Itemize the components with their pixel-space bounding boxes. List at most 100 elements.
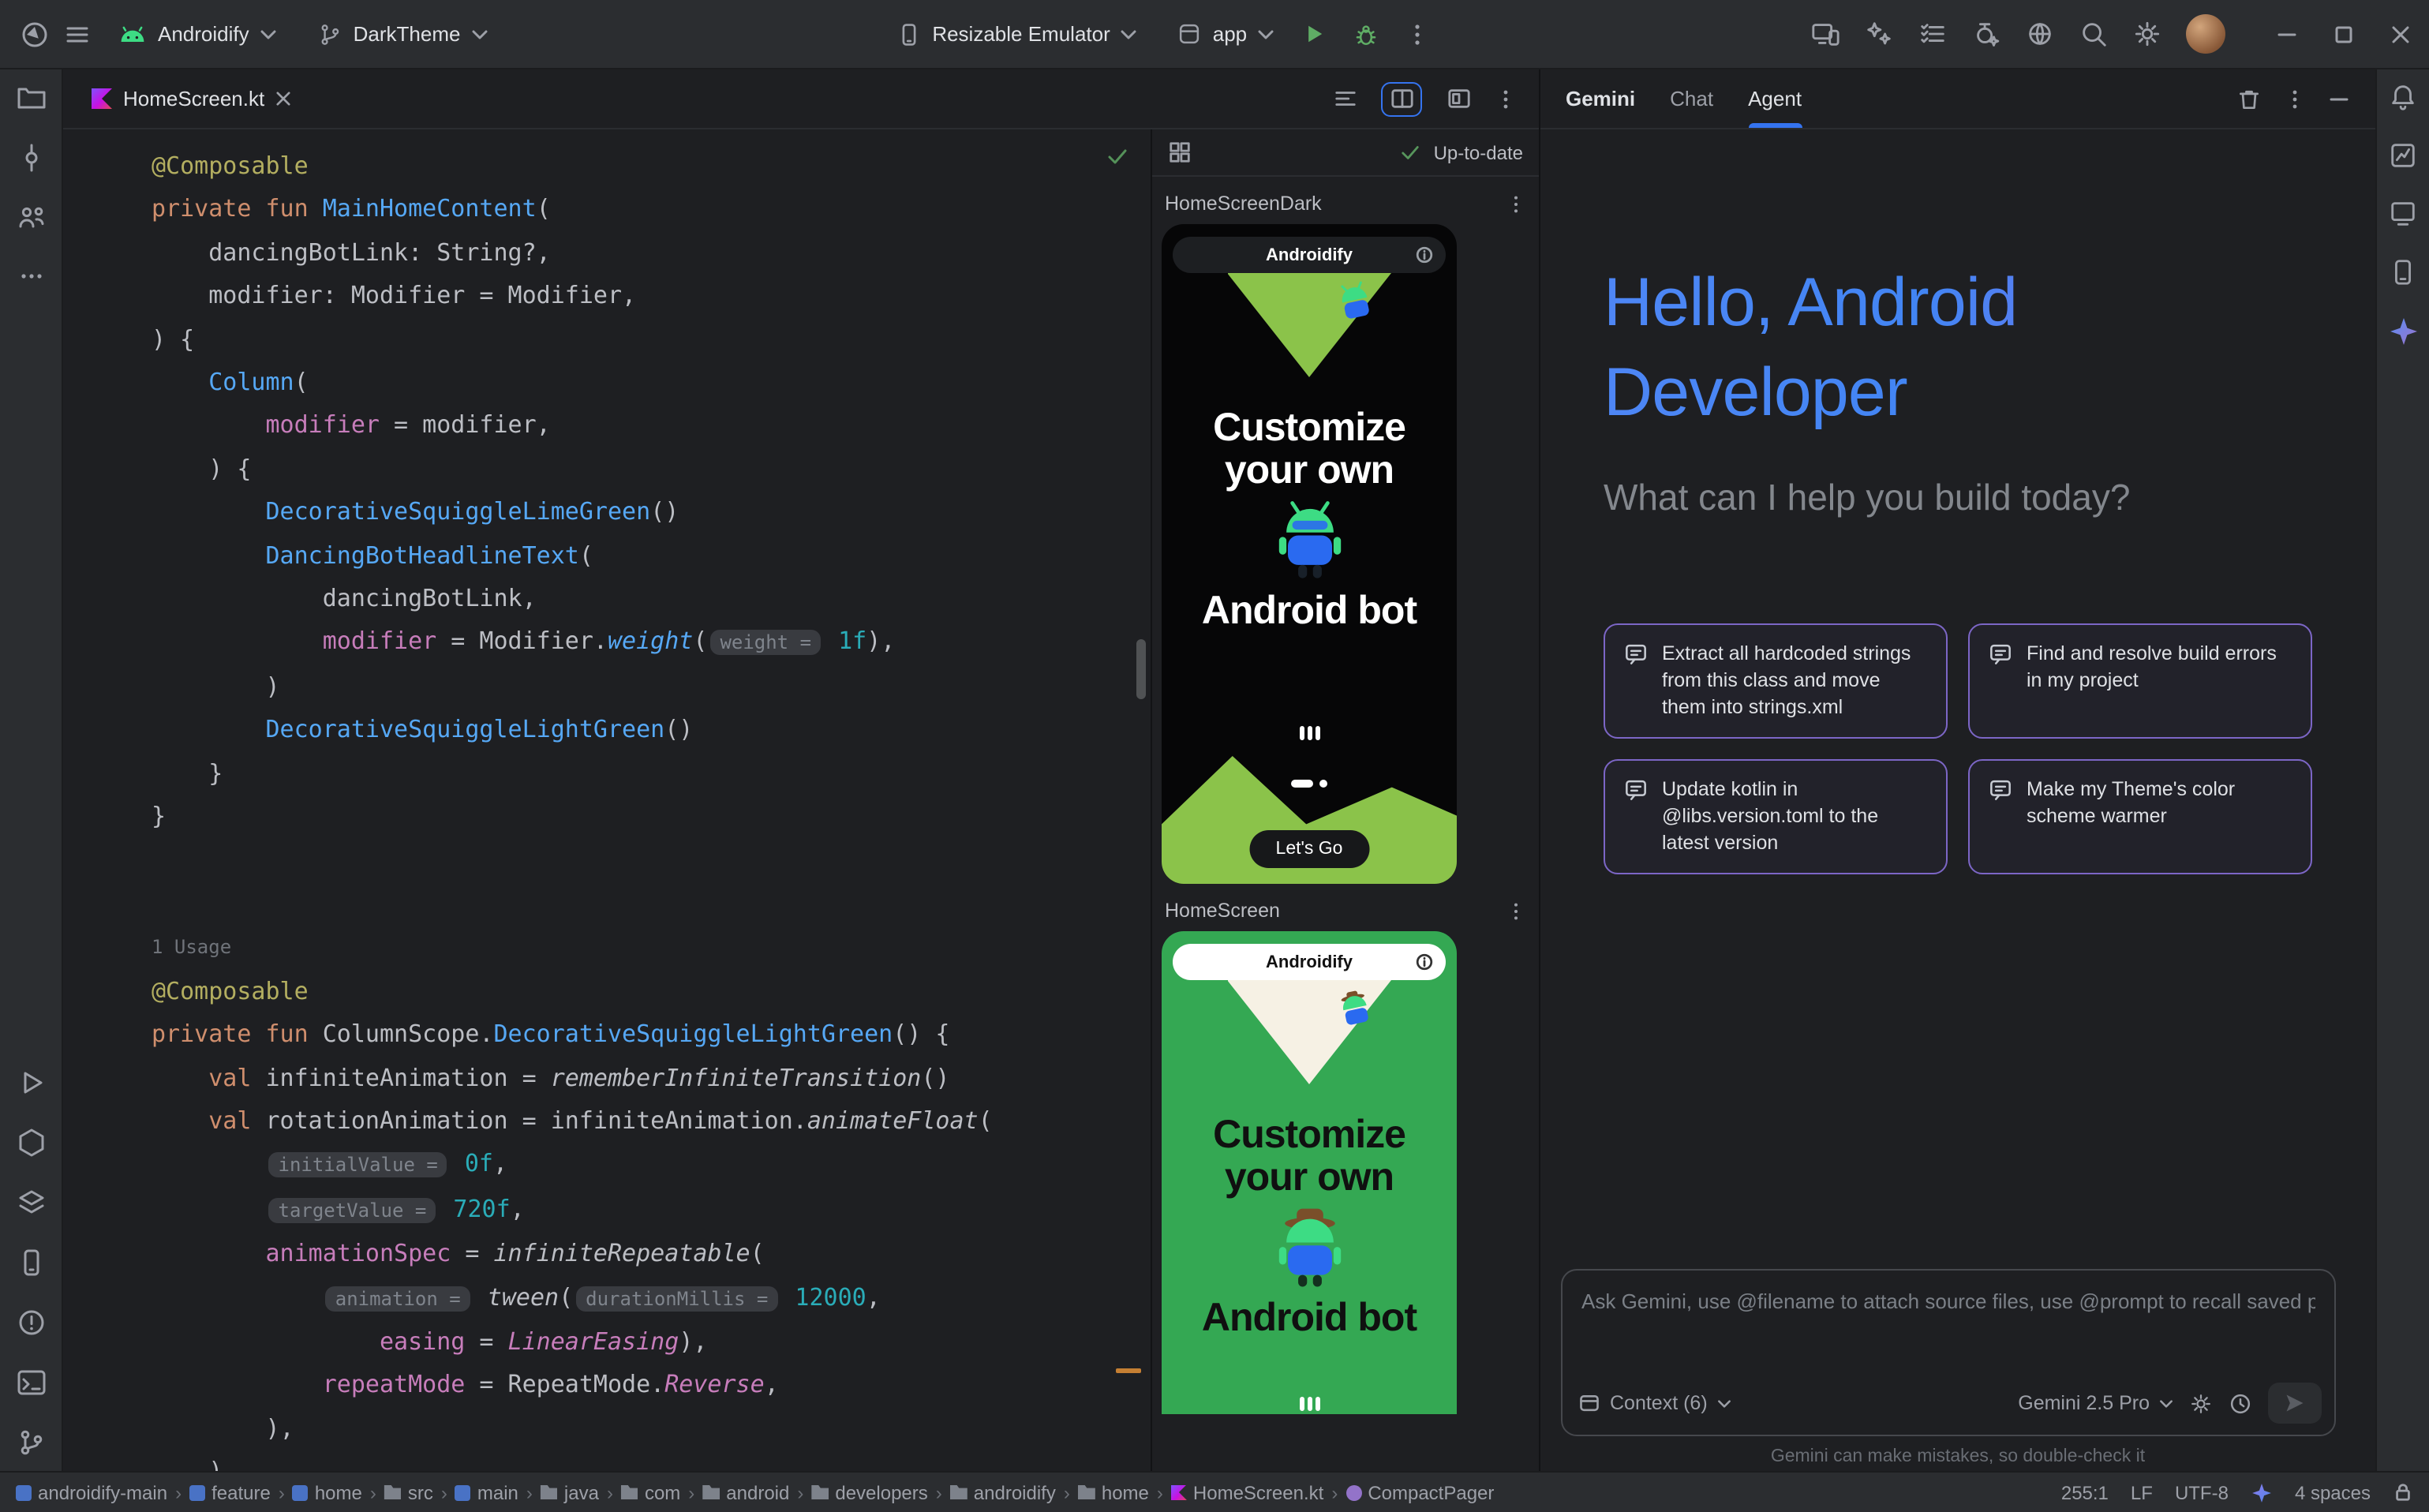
run-tool-icon[interactable] [15, 1067, 47, 1098]
gemini-tool-icon[interactable] [2387, 316, 2419, 347]
preview-layout-icon[interactable] [1168, 140, 1192, 164]
vcs-branch-selector[interactable]: DarkTheme [303, 13, 502, 54]
inspections-ok-icon[interactable] [1106, 145, 1128, 167]
indent-setting[interactable]: 4 spaces [2295, 1481, 2371, 1503]
ai-spark-icon[interactable] [2251, 1481, 2273, 1503]
more-tools-icon[interactable] [17, 262, 45, 290]
project-selector[interactable]: Androidify [104, 14, 290, 54]
delete-conversation-icon[interactable] [2236, 86, 2262, 111]
file-encoding[interactable]: UTF-8 [2175, 1481, 2229, 1503]
editor-options-icon[interactable] [1495, 88, 1517, 110]
chat-bubble-icon [1624, 778, 1648, 802]
lets-go-button[interactable]: Let's Go [1249, 830, 1370, 868]
breadcrumb-separator: › [1157, 1481, 1163, 1503]
breadcrumb-separator: › [797, 1481, 803, 1503]
breadcrumb-item[interactable]: src [384, 1481, 433, 1503]
minimize-button[interactable] [2277, 24, 2296, 43]
notifications-icon[interactable] [2388, 82, 2418, 112]
breadcrumb-item[interactable]: main [455, 1481, 518, 1503]
hide-panel-icon[interactable] [2328, 88, 2350, 110]
preview-homescreen[interactable]: Androidify Customize yo [1162, 931, 1457, 1414]
suggestion-card[interactable]: Find and resolve build errors in my proj… [1968, 623, 2312, 739]
build-tool-icon[interactable] [15, 1187, 47, 1218]
tab-homescreen-kt[interactable]: HomeScreen.kt [76, 69, 305, 128]
greeting-line1: Hello, Android [1604, 259, 2312, 349]
commit-tool-icon[interactable] [15, 142, 47, 174]
send-button[interactable] [2268, 1383, 2322, 1424]
context-selector[interactable]: Context (6) [1578, 1392, 1731, 1414]
editor-scrollbar[interactable] [1136, 639, 1146, 699]
menu-icon[interactable] [63, 20, 92, 48]
services-tool-icon[interactable] [15, 1127, 47, 1158]
debug-button[interactable] [1353, 21, 1379, 47]
preview-canvas[interactable]: HomeScreenDark Androidify [1152, 177, 1539, 1471]
breadcrumb-item[interactable]: androidify-main [16, 1481, 167, 1503]
preview-status: Up-to-date [1434, 141, 1523, 163]
preview-homescreendark[interactable]: Androidify Customize yo [1162, 224, 1457, 884]
problems-tool-icon[interactable] [15, 1307, 47, 1338]
code-editor[interactable]: @Composableprivate fun MainHomeContent( … [63, 129, 1151, 1471]
preview-options-icon[interactable] [1506, 193, 1526, 214]
run-controls: Resizable Emulator app [881, 13, 1430, 54]
caret-position[interactable]: 255:1 [2061, 1481, 2109, 1503]
terminal-tool-icon[interactable] [15, 1367, 47, 1398]
suggestion-card[interactable]: Extract all hardcoded strings from this … [1604, 623, 1948, 739]
chevron-down-icon [2159, 1399, 2173, 1407]
search-icon[interactable] [2079, 19, 2109, 49]
breadcrumb-item[interactable]: android [702, 1481, 789, 1503]
layout-inspector-icon[interactable] [2388, 199, 2418, 229]
project-tool-icon[interactable] [15, 82, 47, 114]
more-run-options-icon[interactable] [1405, 21, 1430, 47]
run-configuration-selector[interactable]: app [1164, 14, 1288, 54]
split-view-toggle[interactable] [1381, 81, 1422, 116]
breadcrumb-item[interactable]: feature [189, 1481, 271, 1503]
device-explorer-icon[interactable] [2388, 257, 2418, 287]
code-area[interactable]: @Composableprivate fun MainHomeContent( … [63, 129, 1151, 1471]
history-icon[interactable] [2229, 1391, 2252, 1415]
gemini-prompt-input[interactable]: Ask Gemini, use @filename to attach sour… [1561, 1269, 2336, 1436]
gemini-options-icon[interactable] [2284, 88, 2306, 110]
breadcrumb-item[interactable]: HomeScreen.kt [1171, 1481, 1323, 1503]
version-control-icon[interactable] [15, 1427, 47, 1458]
lock-icon[interactable] [2393, 1482, 2413, 1503]
profiler-tool-icon[interactable] [2388, 140, 2418, 170]
device-mirroring-icon[interactable] [1810, 19, 1840, 49]
user-avatar[interactable] [2186, 14, 2225, 54]
breadcrumb-item[interactable]: com [621, 1481, 680, 1503]
gradle-sync-icon[interactable] [2025, 19, 2055, 49]
branch-name: DarkTheme [354, 22, 461, 46]
breadcrumb-item[interactable]: developers [811, 1481, 927, 1503]
tab-agent[interactable]: Agent [1748, 69, 1802, 128]
agent-settings-icon[interactable] [2189, 1391, 2213, 1415]
breadcrumb-item[interactable]: java [541, 1481, 599, 1503]
line-ending[interactable]: LF [2131, 1481, 2153, 1503]
breadcrumb-item[interactable]: CompactPager [1345, 1481, 1494, 1503]
preview-options-icon[interactable] [1506, 900, 1526, 921]
todo-list-icon[interactable] [1918, 19, 1948, 49]
close-button[interactable] [2391, 24, 2410, 43]
breadcrumb-item[interactable]: androidify [950, 1481, 1056, 1503]
tab-title: HomeScreen.kt [123, 87, 264, 110]
code-view-toggle[interactable] [1324, 81, 1365, 116]
device-manager-icon[interactable] [15, 1247, 47, 1278]
suggestion-card[interactable]: Make my Theme's color scheme warmer [1968, 759, 2312, 874]
close-tab-icon[interactable] [275, 92, 290, 106]
maximize-button[interactable] [2334, 24, 2353, 43]
breadcrumb-item[interactable]: home [293, 1481, 362, 1503]
info-icon [1416, 952, 1433, 970]
folder-icon [702, 1485, 720, 1499]
design-view-toggle[interactable] [1438, 81, 1479, 116]
breadcrumb-item[interactable]: home [1078, 1481, 1149, 1503]
android-bot-image [1263, 497, 1355, 586]
tab-chat[interactable]: Chat [1670, 69, 1713, 128]
pull-requests-icon[interactable] [15, 202, 47, 234]
run-button[interactable] [1301, 21, 1327, 47]
settings-icon[interactable] [2132, 19, 2162, 49]
suggestion-card[interactable]: Update kotlin in @libs.version.toml to t… [1604, 759, 1948, 874]
ai-actions-icon[interactable] [1864, 19, 1894, 49]
prompt-placeholder: Ask Gemini, use @filename to attach sour… [1581, 1289, 2315, 1313]
device-selector[interactable]: Resizable Emulator [881, 13, 1151, 54]
folder-icon [1078, 1485, 1095, 1499]
ai-assistant-icon[interactable] [1971, 19, 2001, 49]
model-selector[interactable]: Gemini 2.5 Pro [2018, 1392, 2173, 1414]
